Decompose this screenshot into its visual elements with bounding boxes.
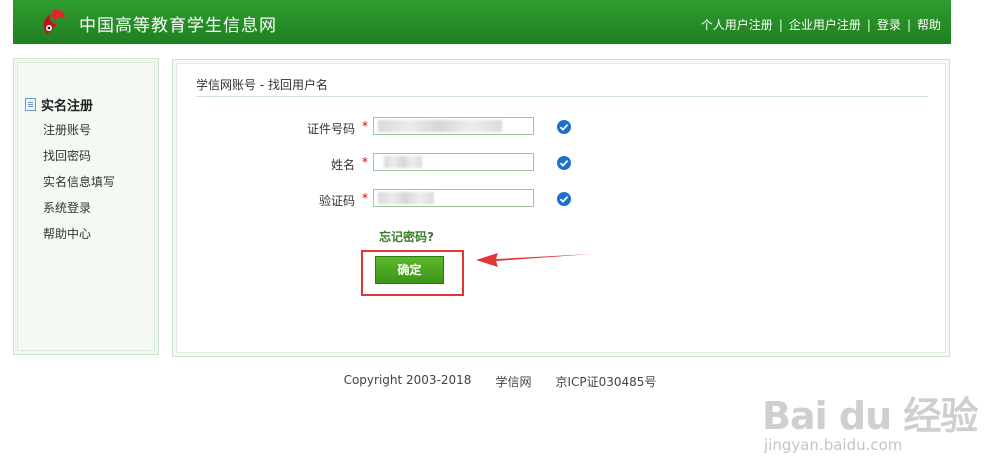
submit-button[interactable]: 确定: [375, 256, 444, 284]
captcha-input[interactable]: [373, 189, 534, 207]
required-mark: *: [362, 155, 368, 169]
required-mark: *: [362, 119, 368, 133]
sidebar: 实名注册 注册账号 找回密码 实名信息填写 系统登录 帮助中心: [13, 58, 159, 355]
logo-icon: [43, 9, 65, 34]
nav-personal-register[interactable]: 个人用户注册: [701, 16, 773, 33]
captcha-label: 验证码: [318, 194, 355, 208]
redacted-value: [378, 120, 502, 132]
id-number-label: 证件号码: [306, 122, 355, 136]
document-icon: [25, 98, 36, 111]
sidebar-item-realname-info[interactable]: 实名信息填写: [43, 173, 115, 199]
nav-help[interactable]: 帮助: [917, 16, 941, 33]
main-panel: 学信网账号 - 找回用户名 证件号码 * 姓名 * 验证码 * 忘记密码? 确定: [172, 59, 950, 357]
forgot-password-link[interactable]: 忘记密码?: [379, 228, 434, 245]
site-header: 中国高等教育学生信息网 个人用户注册 | 企业用户注册 | 登录 | 帮助: [13, 0, 951, 44]
redacted-value: [384, 156, 422, 168]
watermark-brand: Bai du 经验: [762, 394, 978, 438]
check-circle-icon: [557, 156, 571, 170]
top-nav: 个人用户注册 | 企业用户注册 | 登录 | 帮助: [701, 16, 941, 33]
main-content: 学信网账号 - 找回用户名 证件号码 * 姓名 * 验证码 * 忘记密码? 确定: [176, 63, 946, 353]
redacted-value: [378, 192, 434, 204]
check-circle-icon: [557, 120, 571, 134]
breadcrumb-divider: [196, 96, 928, 97]
sidebar-item-register-account[interactable]: 注册账号: [43, 121, 115, 147]
highlight-box: 确定: [361, 250, 464, 296]
nav-separator: |: [866, 17, 871, 32]
sidebar-heading: 实名注册: [25, 95, 93, 114]
breadcrumb: 学信网账号 - 找回用户名: [196, 78, 328, 92]
sidebar-item-help-center[interactable]: 帮助中心: [43, 225, 115, 251]
sidebar-heading-label: 实名注册: [41, 99, 94, 114]
nav-login[interactable]: 登录: [877, 16, 901, 33]
sidebar-item-recover-password[interactable]: 找回密码: [43, 147, 115, 173]
name-input[interactable]: [373, 153, 534, 171]
sidebar-menu: 注册账号 找回密码 实名信息填写 系统登录 帮助中心: [43, 121, 115, 251]
id-number-input[interactable]: [373, 117, 534, 135]
footer-icp: 京ICP证030485号: [555, 375, 657, 389]
sidebar-item-system-login[interactable]: 系统登录: [43, 199, 115, 225]
annotation-arrow-icon: [476, 253, 592, 267]
nav-separator: |: [906, 17, 911, 32]
baidu-watermark: Bai du 经验 jingyan.baidu.com: [762, 385, 978, 454]
site-title: 中国高等教育学生信息网: [79, 16, 277, 36]
required-mark: *: [362, 191, 368, 205]
nav-enterprise-register[interactable]: 企业用户注册: [789, 16, 861, 33]
check-circle-icon: [557, 192, 571, 206]
footer-site: 学信网: [495, 375, 532, 389]
footer-copyright: Copyright 2003-2018: [343, 373, 472, 387]
nav-separator: |: [778, 17, 783, 32]
name-label: 姓名: [330, 158, 355, 172]
